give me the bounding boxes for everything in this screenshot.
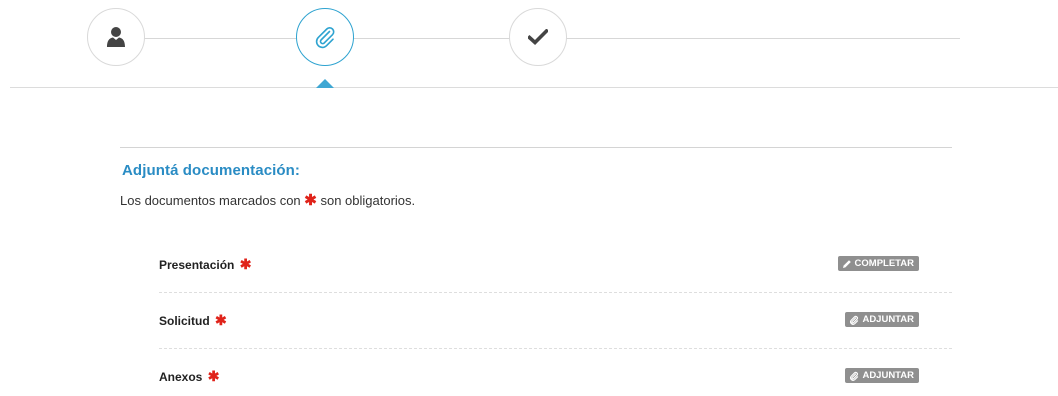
paperclip-icon bbox=[315, 27, 335, 49]
document-name: Presentación ✱ bbox=[159, 257, 251, 272]
step-user[interactable] bbox=[87, 8, 145, 66]
section-note-text: Los documentos marcados con bbox=[120, 193, 301, 208]
document-name-label: Solicitud bbox=[159, 314, 210, 328]
content-divider bbox=[120, 147, 952, 148]
active-step-indicator bbox=[316, 79, 334, 88]
page: Adjuntá documentación: Los documentos ma… bbox=[0, 0, 1058, 396]
document-name: Anexos ✱ bbox=[159, 369, 219, 384]
document-name: Solicitud ✱ bbox=[159, 313, 227, 328]
complete-button-label: COMPLETAR bbox=[854, 258, 914, 269]
document-name-label: Anexos bbox=[159, 370, 203, 384]
section-note: Los documentos marcados con ✱ son obliga… bbox=[120, 193, 415, 208]
document-row: Anexos ✱ ADJUNTAR bbox=[159, 349, 952, 396]
required-mark: ✱ bbox=[304, 192, 317, 209]
attach-button[interactable]: ADJUNTAR bbox=[845, 368, 919, 383]
checkmark-icon bbox=[528, 29, 548, 45]
required-mark: ✱ bbox=[207, 368, 220, 384]
required-mark: ✱ bbox=[239, 256, 252, 272]
user-icon bbox=[107, 27, 125, 47]
header-divider bbox=[10, 87, 1058, 88]
section-title: Adjuntá documentación: bbox=[122, 162, 301, 179]
paperclip-icon bbox=[850, 371, 859, 381]
step-confirm[interactable] bbox=[509, 8, 567, 66]
step-documents[interactable] bbox=[296, 8, 354, 66]
document-row: Solicitud ✱ ADJUNTAR bbox=[159, 293, 952, 349]
document-name-label: Presentación bbox=[159, 258, 235, 272]
complete-button[interactable]: COMPLETAR bbox=[837, 256, 919, 271]
attach-button-label: ADJUNTAR bbox=[862, 314, 914, 325]
paperclip-icon bbox=[850, 315, 859, 325]
required-mark: ✱ bbox=[215, 312, 227, 328]
attach-button[interactable]: ADJUNTAR bbox=[845, 312, 919, 327]
section-note-text-end: son obligatorios. bbox=[320, 193, 416, 208]
pencil-icon bbox=[842, 259, 851, 268]
document-row: Presentación ✱ COMPLETAR bbox=[159, 237, 952, 293]
attach-button-label: ADJUNTAR bbox=[862, 370, 914, 381]
